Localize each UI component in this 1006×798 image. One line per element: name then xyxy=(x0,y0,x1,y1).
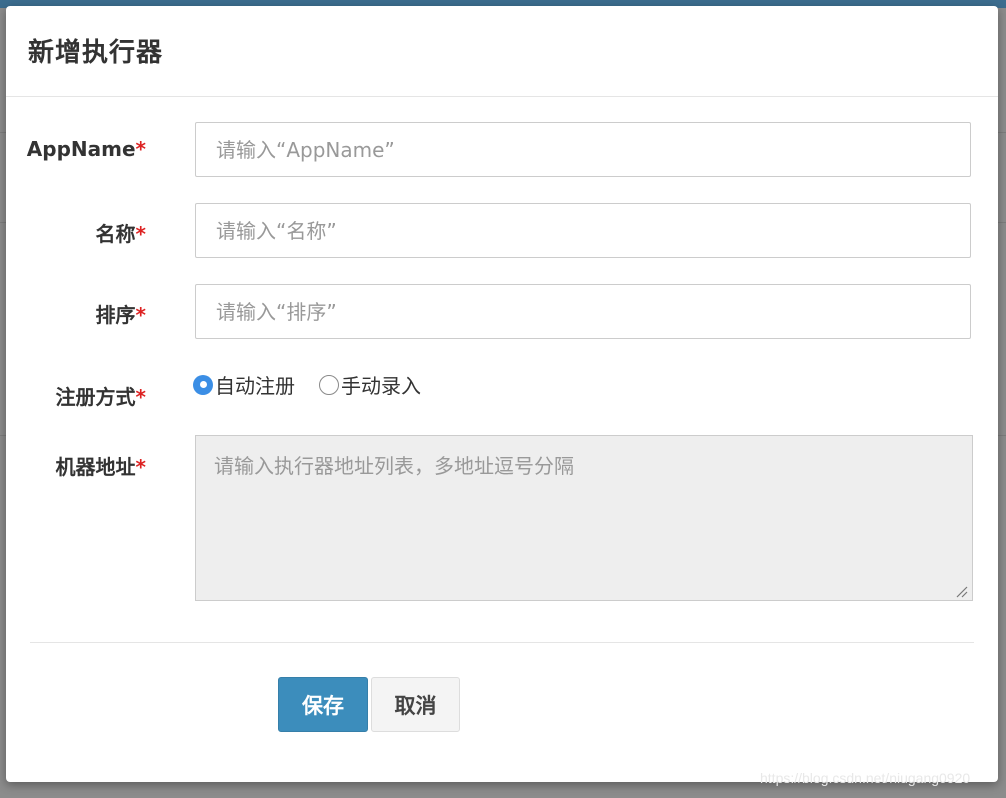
save-button[interactable]: 保存 xyxy=(278,677,368,732)
radio-unchecked-icon[interactable] xyxy=(319,374,339,395)
radio-manual-entry[interactable]: 手动录入 xyxy=(319,370,421,399)
cancel-button[interactable]: 取消 xyxy=(371,677,460,732)
resize-grip-icon[interactable] xyxy=(954,584,968,598)
appname-label-text: AppName xyxy=(26,137,136,161)
modal-header: 新增执行器 xyxy=(6,6,998,97)
title-label: 名称* xyxy=(6,218,146,247)
watermark: https://blog.csdn.net/niugang0920 xyxy=(760,770,971,786)
radio-manual-entry-label: 手动录入 xyxy=(341,374,421,398)
modal-title: 新增执行器 xyxy=(28,38,164,68)
required-star: * xyxy=(135,455,146,479)
title-input[interactable] xyxy=(195,203,971,258)
required-star: * xyxy=(135,303,146,327)
appname-label: AppName* xyxy=(6,137,146,161)
order-label-text: 排序 xyxy=(95,303,136,327)
add-executor-modal: 新增执行器 AppName* 名称* 排序* 注册方式* 自动注册 手动录入 机… xyxy=(6,6,998,782)
title-label-text: 名称 xyxy=(95,222,136,246)
address-list-label: 机器地址* xyxy=(6,451,146,480)
address-list-label-text: 机器地址 xyxy=(55,455,136,479)
radio-checked-icon[interactable] xyxy=(193,374,213,395)
address-type-radio-group: 自动注册 手动录入 xyxy=(193,370,445,399)
order-label: 排序* xyxy=(6,299,146,328)
radio-auto-register-label: 自动注册 xyxy=(215,374,295,398)
footer-divider xyxy=(30,642,974,643)
order-input[interactable] xyxy=(195,284,971,339)
appname-input[interactable] xyxy=(195,122,971,177)
address-list-textarea[interactable] xyxy=(195,435,973,601)
address-type-label: 注册方式* xyxy=(6,381,146,410)
address-type-label-text: 注册方式 xyxy=(55,385,136,409)
required-star: * xyxy=(135,222,146,246)
radio-auto-register[interactable]: 自动注册 xyxy=(193,370,295,399)
required-star: * xyxy=(135,137,146,161)
required-star: * xyxy=(135,385,146,409)
